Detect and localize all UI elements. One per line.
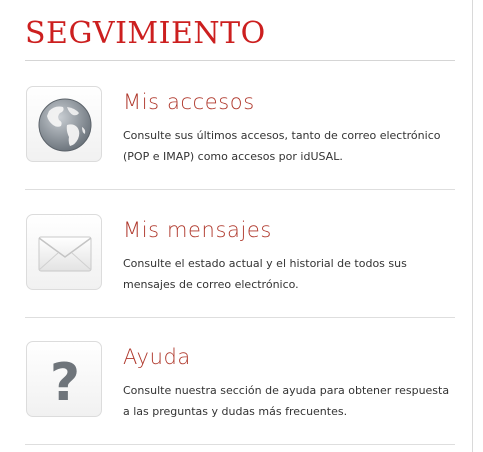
globe-icon-button[interactable] — [26, 86, 102, 162]
item-divider — [25, 444, 455, 445]
mis-mensajes-description: Consulte el estado actual y el historial… — [123, 257, 407, 291]
mis-accesos-link[interactable]: Mis accesos — [123, 88, 255, 116]
question-mark-icon-button[interactable]: ? — [26, 341, 102, 417]
envelope-icon — [38, 236, 92, 272]
list-item-ayuda[interactable]: ? Ayuda Consulte nuestra sección de ayud… — [25, 317, 455, 445]
mis-mensajes-link[interactable]: Mis mensajes — [123, 216, 272, 244]
ayuda-description: Consulte nuestra sección de ayuda para o… — [123, 384, 450, 418]
envelope-icon-button[interactable] — [26, 214, 102, 290]
page-right-border — [472, 0, 473, 452]
title-divider — [25, 60, 455, 61]
mis-accesos-description: Consulte sus últimos accesos, tanto de c… — [123, 129, 441, 163]
ayuda-link[interactable]: Ayuda — [123, 343, 191, 371]
page-title: SEGVIMIENTO — [25, 16, 266, 51]
list-item-mis-accesos[interactable]: Mis accesos Consulte sus últimos accesos… — [25, 62, 455, 190]
svg-text:?: ? — [50, 353, 80, 413]
list-item-mis-mensajes[interactable]: Mis mensajes Consulte el estado actual y… — [25, 190, 455, 318]
question-mark-icon: ? — [50, 353, 80, 413]
globe-icon — [38, 98, 92, 152]
